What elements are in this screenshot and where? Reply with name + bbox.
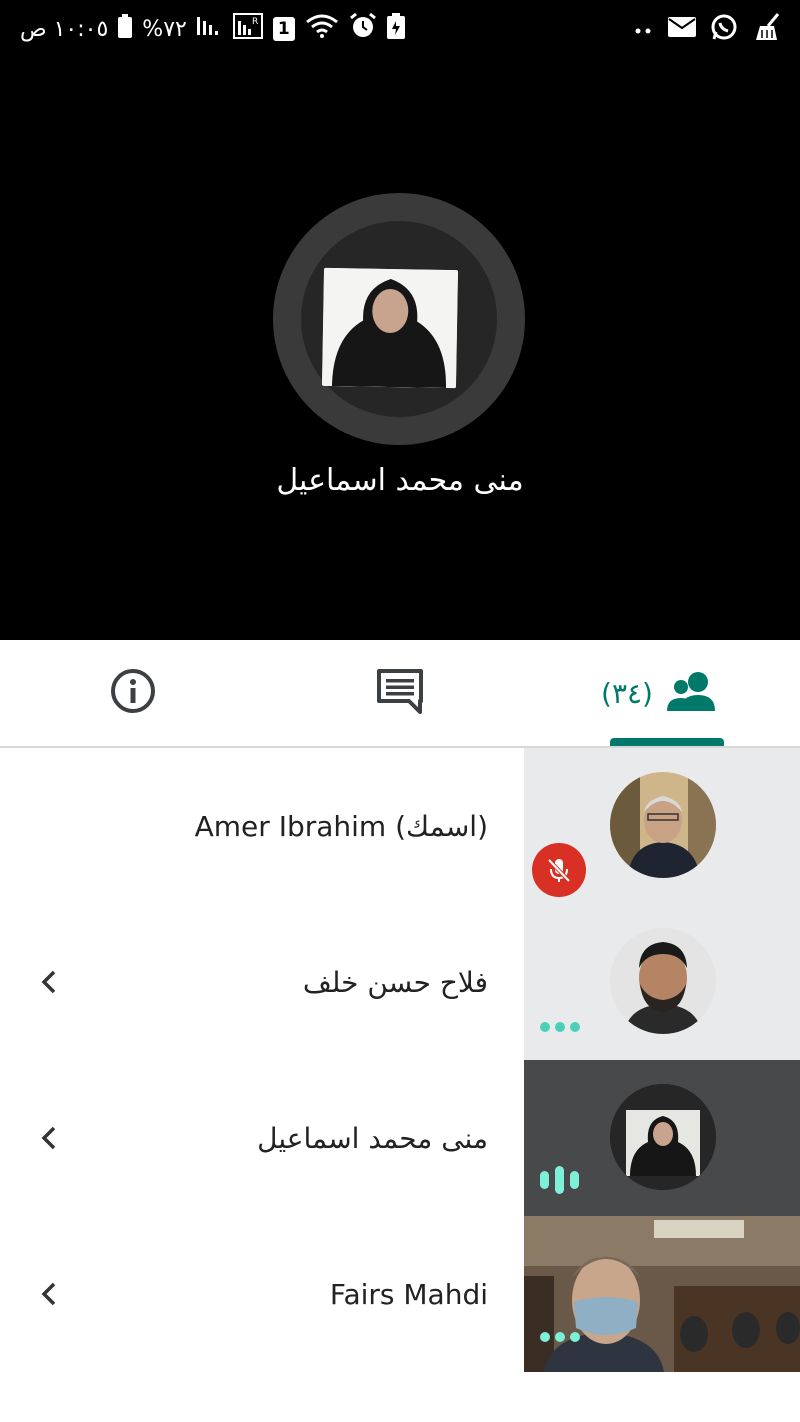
chevron-left-icon[interactable]	[28, 1116, 68, 1160]
battery-icon	[118, 14, 133, 44]
active-speaker-stage: منی محمد اسماعیل	[0, 58, 800, 640]
audio-dot	[555, 1022, 565, 1032]
meeting-tabs: (٣٤)	[0, 640, 800, 748]
sim-badge: 1	[272, 17, 295, 41]
participant-row[interactable]: Amer Ibrahim (اسمك)	[0, 748, 800, 904]
participant-name: فلاح حسن خلف	[302, 965, 488, 999]
tab-chat[interactable]	[300, 640, 500, 746]
participant-avatar	[610, 928, 716, 1034]
audio-dot	[540, 1022, 550, 1032]
svg-text:R: R	[252, 17, 258, 27]
status-bar: ١٠:٠٥ ص %٧٢ R 1	[0, 0, 800, 58]
muted-mic-icon	[532, 843, 586, 897]
participant-video-tile[interactable]	[524, 1216, 800, 1372]
roaming-signal-icon: R	[232, 13, 263, 45]
participant-name: Fairs Mahdi	[329, 1277, 488, 1311]
signal-icon	[196, 15, 223, 43]
cleaner-icon	[752, 12, 782, 46]
participant-row[interactable]: فلاح حسن خلف	[0, 904, 800, 1060]
chat-icon	[376, 668, 424, 718]
participant-name: Amer Ibrahim (اسمك)	[194, 809, 488, 843]
audio-bar	[555, 1166, 564, 1194]
participant-row[interactable]: Fairs Mahdi	[0, 1216, 800, 1372]
participant-tile[interactable]	[524, 748, 800, 904]
audio-level-icon	[540, 1166, 579, 1194]
chevron-left-icon[interactable]	[28, 1272, 68, 1316]
audio-dot	[570, 1332, 580, 1342]
battery-saver-icon	[386, 13, 405, 45]
participant-tile[interactable]	[524, 904, 800, 1060]
participant-avatar	[610, 1084, 716, 1190]
participant-row[interactable]: منی محمد اسماعیل	[0, 1060, 800, 1216]
people-icon	[665, 671, 719, 715]
status-right	[634, 12, 782, 46]
tab-info[interactable]	[33, 640, 233, 746]
participant-tile[interactable]	[524, 1060, 800, 1216]
more-notifications-icon	[634, 20, 654, 39]
speaker-avatar-ring	[273, 193, 525, 445]
battery-percent: %٧٢	[142, 16, 187, 42]
audio-bar	[540, 1171, 549, 1189]
wifi-icon	[305, 13, 339, 45]
alarm-icon	[349, 12, 377, 46]
chevron-left-icon[interactable]	[28, 960, 68, 1004]
audio-dot	[570, 1022, 580, 1032]
active-tab-indicator	[610, 738, 724, 746]
participant-video-frame	[524, 1216, 800, 1372]
participant-name: منی محمد اسماعیل	[257, 1121, 488, 1155]
whatsapp-icon	[710, 13, 738, 45]
status-left: ١٠:٠٥ ص %٧٢ R 1	[20, 12, 405, 46]
tab-participants[interactable]: (٣٤)	[560, 640, 760, 746]
mail-icon	[668, 17, 696, 41]
audio-bar	[570, 1171, 579, 1189]
audio-idle-dots	[540, 1022, 580, 1032]
participant-list: Amer Ibrahim (اسمك) فلاح حسن خلف منی محم…	[0, 748, 800, 1372]
info-icon	[109, 667, 157, 719]
audio-dot	[555, 1332, 565, 1342]
audio-idle-dots	[540, 1332, 580, 1342]
status-time: ١٠:٠٥ ص	[20, 16, 109, 42]
speaker-avatar-photo	[321, 267, 459, 389]
speaker-name: منی محمد اسماعیل	[276, 463, 524, 498]
audio-dot	[540, 1332, 550, 1342]
participant-avatar	[610, 772, 716, 878]
participants-count: (٣٤)	[601, 676, 653, 710]
